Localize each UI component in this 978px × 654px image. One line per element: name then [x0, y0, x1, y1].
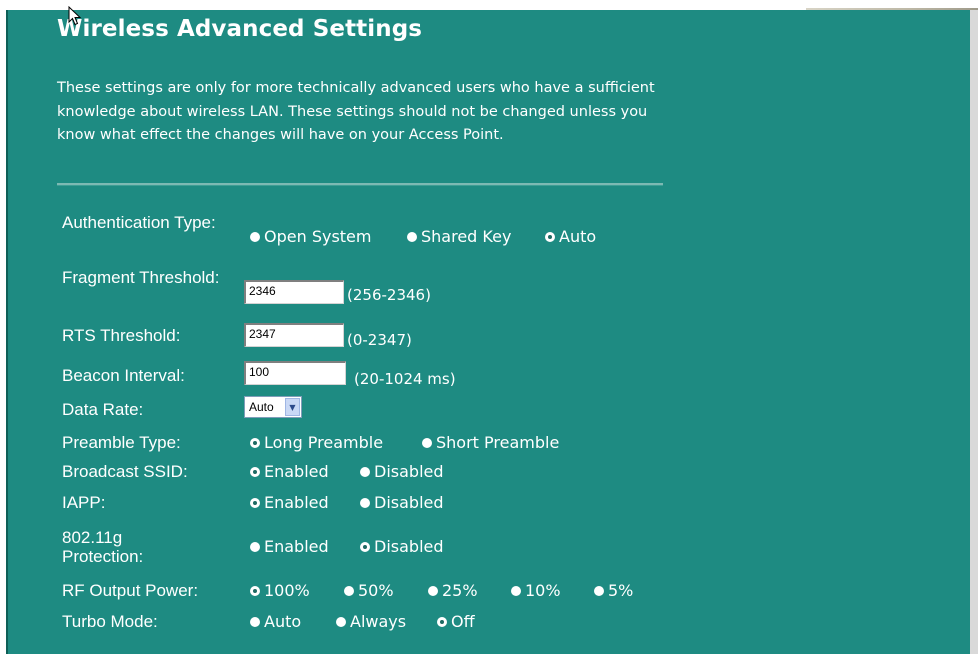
radio-label: Enabled [264, 462, 329, 481]
radio-icon[interactable] [336, 616, 346, 627]
radio-label: 100% [264, 581, 310, 600]
rf-power-50-radio[interactable]: 50% [344, 581, 394, 600]
radio-icon[interactable] [250, 231, 260, 242]
radio-selected-icon[interactable] [250, 466, 260, 477]
radio-label: Shared Key [421, 227, 512, 246]
radio-icon[interactable] [250, 541, 260, 552]
rf-power-25-radio[interactable]: 25% [428, 581, 478, 600]
radio-label: 50% [358, 581, 394, 600]
data-rate-label: Data Rate: [62, 400, 144, 419]
radio-icon[interactable] [250, 616, 260, 627]
radio-icon[interactable] [360, 466, 370, 477]
radio-label: Disabled [374, 537, 444, 556]
radio-label: Auto [559, 227, 597, 246]
beacon-interval-input[interactable]: 100 [244, 361, 346, 385]
screen: Wireless Advanced Settings These setting… [0, 0, 978, 654]
radio-icon[interactable] [594, 585, 604, 596]
data-rate-value: Auto [249, 400, 274, 414]
beacon-interval-label: Beacon Interval: [62, 366, 185, 385]
radio-icon[interactable] [422, 437, 432, 448]
rts-threshold-label: RTS Threshold: [62, 326, 181, 345]
rf-power-5-radio[interactable]: 5% [594, 581, 633, 600]
radio-label: 5% [608, 581, 634, 600]
protection-enabled-radio[interactable]: Enabled [250, 537, 329, 556]
protection-label: 802.11g Protection: [62, 528, 144, 566]
radio-selected-icon[interactable] [250, 497, 260, 508]
rf-power-10-radio[interactable]: 10% [511, 581, 561, 600]
radio-label: Enabled [264, 537, 329, 556]
auth-open-system-radio[interactable]: Open System [250, 227, 371, 246]
turbo-mode-label: Turbo Mode: [62, 612, 158, 631]
beacon-interval-range: (20-1024 ms) [354, 370, 456, 388]
chevron-down-icon[interactable]: ▼ [285, 398, 300, 416]
scrollbar-track[interactable] [970, 10, 978, 654]
broadcast-ssid-label: Broadcast SSID: [62, 462, 188, 481]
preamble-short-radio[interactable]: Short Preamble [422, 433, 559, 452]
auth-shared-key-radio[interactable]: Shared Key [407, 227, 511, 246]
broadcast-disabled-radio[interactable]: Disabled [360, 462, 444, 481]
radio-icon[interactable] [360, 497, 370, 508]
rts-threshold-input[interactable]: 2347 [244, 323, 344, 347]
rf-output-power-label: RF Output Power: [62, 581, 199, 600]
radio-selected-icon[interactable] [437, 616, 447, 627]
page-title: Wireless Advanced Settings [57, 16, 423, 42]
page-description: These settings are only for more technic… [57, 80, 655, 143]
fragment-threshold-range: (256-2346) [347, 286, 431, 304]
radio-icon[interactable] [344, 585, 354, 596]
radio-selected-icon[interactable] [360, 541, 370, 552]
radio-label: Off [451, 612, 475, 631]
turbo-always-radio[interactable]: Always [336, 612, 406, 631]
rf-power-100-radio[interactable]: 100% [250, 581, 310, 600]
turbo-off-radio[interactable]: Off [437, 612, 475, 631]
iapp-disabled-radio[interactable]: Disabled [360, 493, 444, 512]
protection-disabled-radio[interactable]: Disabled [360, 537, 444, 556]
panel-left-border [6, 10, 8, 654]
fragment-threshold-input[interactable]: 2346 [244, 280, 344, 304]
radio-selected-icon[interactable] [250, 585, 260, 596]
radio-label: Disabled [374, 462, 444, 481]
radio-label: Auto [264, 612, 302, 631]
radio-selected-icon[interactable] [545, 231, 555, 242]
radio-label: Always [350, 612, 407, 631]
radio-label: Disabled [374, 493, 444, 512]
radio-label: Short Preamble [436, 433, 560, 452]
data-rate-select[interactable]: Auto ▼ [244, 396, 302, 418]
radio-label: 25% [442, 581, 478, 600]
fragment-threshold-label: Fragment Threshold: [62, 268, 220, 287]
mouse-cursor-icon [68, 6, 82, 26]
auth-auto-radio[interactable]: Auto [545, 227, 596, 246]
radio-icon[interactable] [428, 585, 438, 596]
divider [57, 183, 663, 186]
preamble-type-label: Preamble Type: [62, 433, 181, 452]
rts-threshold-range: (0-2347) [347, 331, 412, 349]
radio-icon[interactable] [511, 585, 521, 596]
radio-label: Enabled [264, 493, 329, 512]
radio-icon[interactable] [407, 231, 417, 242]
radio-label: Open System [264, 227, 372, 246]
radio-selected-icon[interactable] [250, 437, 260, 448]
broadcast-enabled-radio[interactable]: Enabled [250, 462, 329, 481]
radio-label: Long Preamble [264, 433, 384, 452]
radio-label: 10% [525, 581, 561, 600]
turbo-auto-radio[interactable]: Auto [250, 612, 301, 631]
iapp-enabled-radio[interactable]: Enabled [250, 493, 329, 512]
preamble-long-radio[interactable]: Long Preamble [250, 433, 383, 452]
iapp-label: IAPP: [62, 493, 106, 512]
auth-type-label: Authentication Type: [62, 213, 216, 232]
